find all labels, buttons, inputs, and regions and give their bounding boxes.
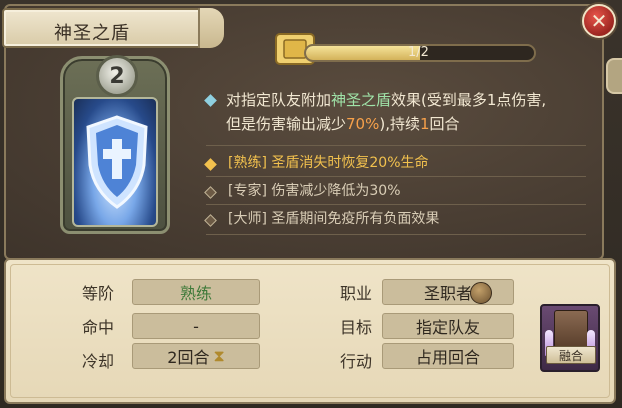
desc-text: 效果(受到最多1点伤害, — [391, 91, 547, 109]
target-label: 目标 — [340, 318, 373, 337]
hourglass-icon: ⧗ — [213, 346, 225, 365]
skill-title: 神圣之盾 — [54, 23, 130, 44]
skill-card: 2 — [60, 55, 170, 234]
tier-proficient: [熟练] 圣盾消失时恢复20%生命 — [228, 155, 429, 171]
skill-art — [72, 97, 158, 227]
desc-highlight-effect: 神圣之盾 — [331, 91, 392, 109]
close-button[interactable]: ✕ — [582, 4, 616, 38]
cooldown-value: 2回合 — [167, 348, 210, 367]
rank-label: 等阶 — [82, 284, 115, 303]
class-label: 职业 — [340, 284, 373, 303]
cooldown-value-box: 2回合 ⧗ — [132, 343, 260, 369]
desc-highlight-turns: 1 — [419, 115, 430, 133]
tier-expert: [专家] 伤害减少降低为30% — [228, 183, 401, 199]
skill-level-badge: 2 — [96, 55, 138, 97]
target-value: 指定队友 — [382, 313, 514, 339]
desc-text: 对指定队友附加 — [226, 91, 332, 109]
action-label: 行动 — [340, 352, 373, 371]
divider — [206, 145, 586, 146]
skill-description: 对指定队友附加神圣之盾效果(受到最多1点伤害, 但是伤害输出减少70%),持续1… — [226, 88, 616, 136]
hit-value: - — [132, 313, 260, 339]
desc-highlight-percent: 70% — [346, 115, 380, 133]
tier-master: [大师] 圣盾期间免疫所有负面效果 — [228, 211, 440, 227]
rank-value: 熟练 — [132, 279, 260, 305]
cooldown-label: 冷却 — [82, 352, 115, 371]
skill-detail-window: 神圣之盾 ✕ 2 1/2 对指定队友附加神圣之盾效果(受到最多1点伤害, 但是伤… — [0, 0, 622, 408]
fuse-button[interactable]: 融合 — [540, 304, 600, 372]
action-value: 占用回合 — [382, 343, 514, 369]
skill-title-plate: 神圣之盾 — [2, 8, 224, 48]
scroll-end-ornament — [198, 8, 224, 48]
hit-label: 命中 — [82, 318, 115, 337]
divider — [206, 234, 586, 235]
desc-text: 回合 — [429, 115, 460, 133]
tome-icon — [554, 310, 588, 348]
hammer-icon — [470, 282, 492, 304]
skill-progress-fill — [306, 46, 420, 60]
desc-text: ),持续 — [379, 115, 420, 133]
close-icon: ✕ — [590, 9, 608, 33]
fuse-button-label: 融合 — [546, 346, 596, 364]
divider — [206, 204, 586, 205]
desc-text: 但是伤害输出减少 — [226, 115, 347, 133]
skill-progress-text: 1/2 — [408, 45, 429, 60]
class-value: 圣职者 — [382, 279, 514, 305]
holy-shield-icon — [86, 115, 148, 209]
divider — [206, 176, 586, 177]
